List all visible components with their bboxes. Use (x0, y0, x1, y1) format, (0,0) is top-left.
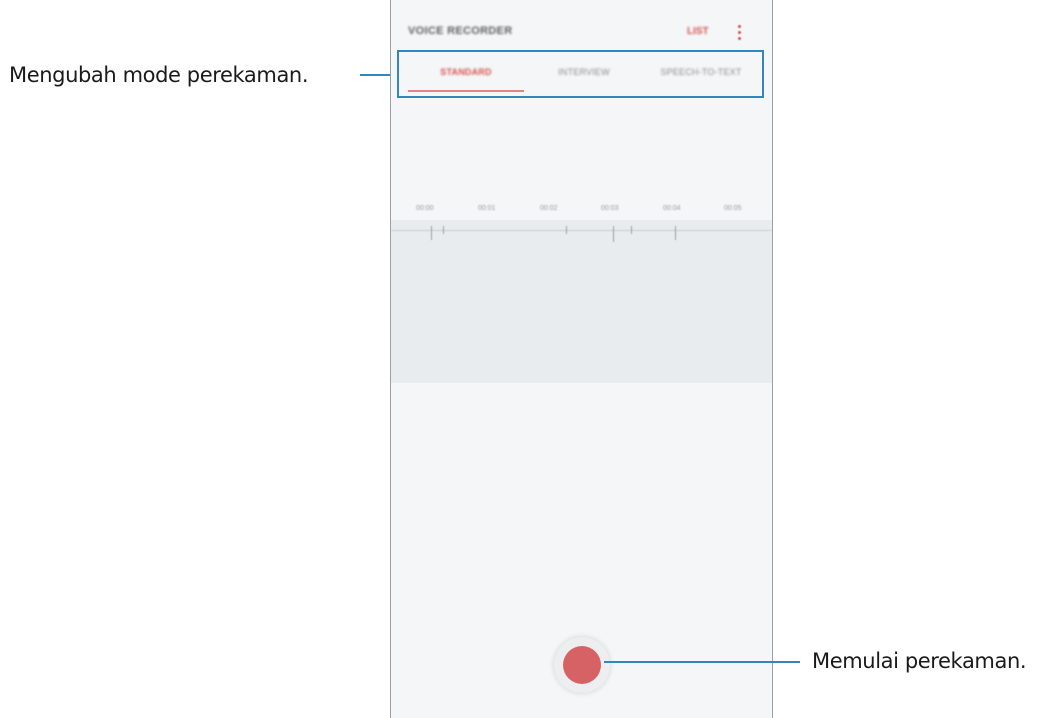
timeline-label: 00:00 (416, 205, 434, 212)
waveform-area (391, 220, 772, 383)
timeline-tick (443, 226, 444, 234)
waveform-baseline (391, 230, 772, 231)
timeline-tick (566, 226, 567, 234)
annotation-start-recording: Memulai perekaman. (812, 649, 1027, 673)
annotation-change-mode: Mengubah mode perekaman. (9, 63, 309, 87)
timeline-tick (631, 226, 632, 234)
timeline-ruler: 00:00 00:01 00:02 00:03 00:04 00:05 (391, 205, 772, 217)
record-button[interactable] (554, 637, 610, 693)
timeline-tick (613, 226, 614, 242)
more-vertical-icon[interactable] (736, 24, 744, 42)
app-bar: VOICE RECORDER LIST (391, 0, 772, 48)
timeline-label: 00:04 (663, 205, 681, 212)
voice-recorder-screen: VOICE RECORDER LIST STANDARD INTERVIEW S… (390, 0, 773, 718)
timeline-label: 00:05 (724, 205, 742, 212)
record-icon (563, 646, 601, 684)
timeline-tick (431, 226, 432, 240)
timeline-label: 00:02 (540, 205, 558, 212)
list-button[interactable]: LIST (687, 26, 709, 37)
tabs-callout-box (397, 50, 764, 98)
timeline-tick (675, 226, 676, 240)
timeline-label: 00:01 (478, 205, 496, 212)
app-title: VOICE RECORDER (408, 25, 513, 37)
annotation-record-leader-line (604, 661, 800, 663)
timeline-label: 00:03 (601, 205, 619, 212)
